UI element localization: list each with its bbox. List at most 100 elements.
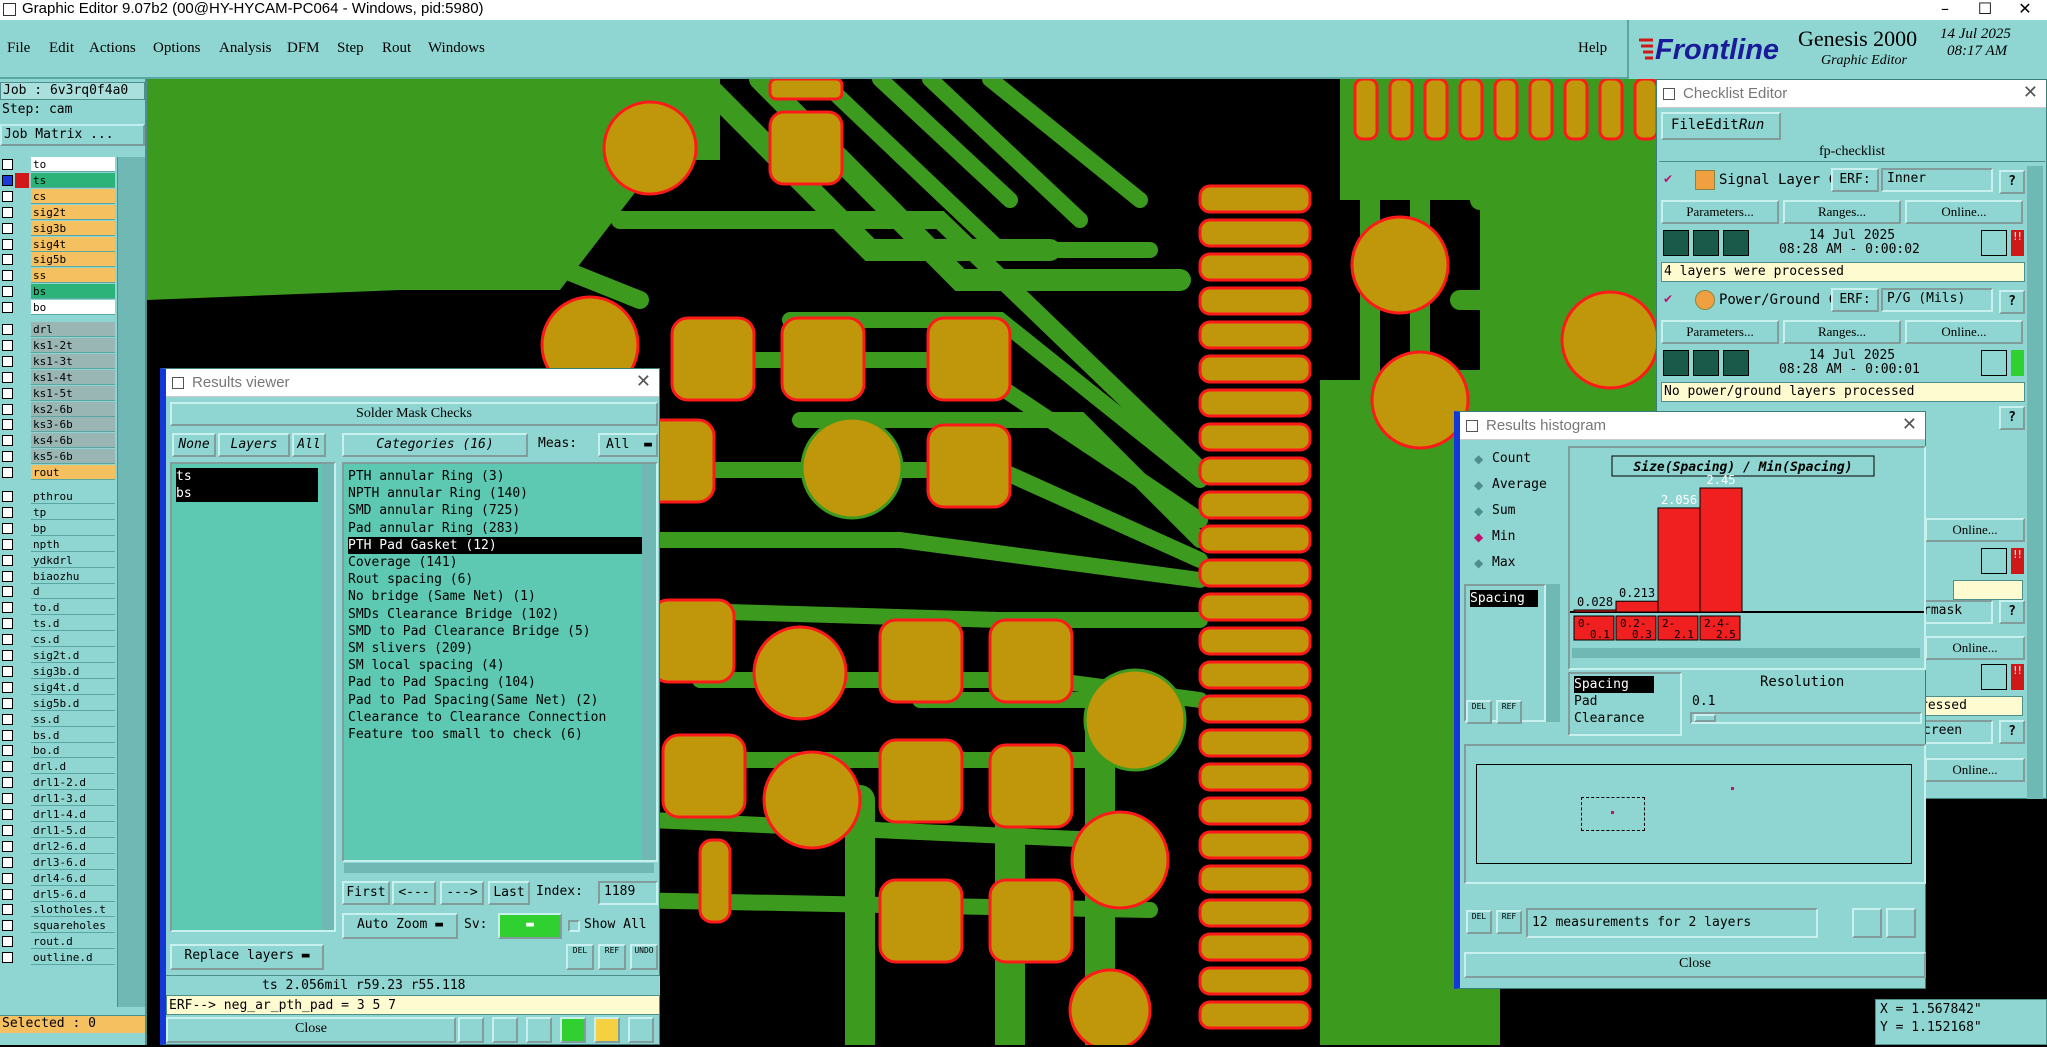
first-button[interactable]: First <box>342 881 390 905</box>
zoom-icon[interactable] <box>1981 230 2007 256</box>
radio-icon[interactable]: ◆ <box>1474 556 1483 570</box>
layer-row[interactable]: ks1-2t <box>0 337 115 353</box>
index-input[interactable]: 1189 <box>598 881 658 905</box>
chart-icon[interactable] <box>628 1017 654 1043</box>
histogram-bar[interactable] <box>1699 487 1743 613</box>
layer-row[interactable]: bo.d <box>0 743 115 759</box>
category-list[interactable]: PTH annular Ring (3) NPTH annular Ring (1… <box>342 462 658 862</box>
layer-row[interactable]: npth <box>0 536 115 552</box>
layer-checkbox[interactable] <box>2 387 13 399</box>
action-3-online-button[interactable]: Online... <box>1925 518 2025 542</box>
checklist-menu-edit[interactable]: Edit <box>1705 117 1739 133</box>
histogram-close-icon[interactable]: ✕ <box>1902 414 1917 435</box>
layer-checkbox[interactable] <box>2 840 13 852</box>
layer-name[interactable]: cs <box>31 188 115 204</box>
layer-name[interactable]: drl1-2.d <box>31 775 115 791</box>
stat-option-min[interactable]: ◆ Min <box>1466 526 1566 550</box>
layer-row[interactable]: sig4t <box>0 236 115 252</box>
layer-name[interactable]: drl2-6.d <box>31 838 115 854</box>
layer-name[interactable]: slotholes.t <box>31 902 115 918</box>
layer-name[interactable]: ks3-6b <box>31 417 115 433</box>
layer-display-toggle[interactable] <box>15 886 29 902</box>
menu-step[interactable]: Step <box>337 40 364 57</box>
layer-checkbox[interactable] <box>2 419 13 431</box>
layer-name[interactable]: bs <box>31 284 115 300</box>
layer-row[interactable]: ts <box>0 172 115 188</box>
run-icon[interactable] <box>1663 230 1689 256</box>
layer-checkbox[interactable] <box>2 888 13 900</box>
layer-checkbox[interactable] <box>2 371 13 383</box>
layer-name[interactable]: sig5b.d <box>31 695 115 711</box>
layer-display-toggle[interactable] <box>15 268 29 284</box>
layer-row[interactable]: bs.d <box>0 727 115 743</box>
layer-checkbox[interactable] <box>2 286 13 298</box>
layer-row[interactable]: ks5-6b <box>0 449 115 465</box>
layer-row[interactable]: pthrou <box>0 489 115 504</box>
undo-button[interactable]: UNDO <box>630 944 658 970</box>
sv-color-dropdown[interactable]: ▬ <box>498 913 562 939</box>
layer-list-scrollbar[interactable] <box>117 157 145 1007</box>
category-item[interactable]: Pad to Pad Spacing (104) <box>348 674 536 691</box>
layer-row[interactable]: sig5b <box>0 252 115 268</box>
action-check-icon[interactable]: ✔ <box>1663 172 1673 186</box>
layer-checkbox[interactable] <box>2 238 13 250</box>
action-2-erf-value[interactable]: P/G (Mils) <box>1881 288 1993 312</box>
action-4-help-button[interactable]: ? <box>1999 600 2025 624</box>
layer-row[interactable]: drl1-4.d <box>0 807 115 822</box>
layer-display-toggle[interactable] <box>15 950 29 966</box>
layer-name[interactable]: ks1-4t <box>31 369 115 385</box>
layer-checkbox[interactable] <box>2 206 13 218</box>
action-1-ranges-button[interactable]: Ranges... <box>1783 200 1901 224</box>
layer-display-toggle[interactable] <box>15 433 29 449</box>
layer-checkbox[interactable] <box>2 952 13 964</box>
layer-name[interactable]: tp <box>31 504 115 520</box>
layer-display-toggle[interactable] <box>15 870 29 886</box>
histogram-close-button[interactable]: Close <box>1464 952 1926 978</box>
layer-display-toggle[interactable] <box>15 449 29 465</box>
layer-display-toggle[interactable] <box>15 284 29 300</box>
layer-display-toggle[interactable] <box>15 679 29 695</box>
auto-zoom-dropdown[interactable]: Auto Zoom ▬ <box>342 913 458 939</box>
layers-toggle[interactable]: Layers <box>218 433 290 457</box>
layer-checkbox[interactable] <box>2 809 13 820</box>
layer-checkbox[interactable] <box>2 745 13 757</box>
layer-display-toggle[interactable] <box>15 918 29 934</box>
layer-name[interactable]: drl1-5.d <box>31 822 115 838</box>
minimize-button[interactable]: – <box>1925 0 1965 18</box>
slider-handle[interactable] <box>1694 714 1716 722</box>
meas-dropdown[interactable]: All ▬ <box>598 433 658 457</box>
category-item[interactable]: Pad annular Ring (283) <box>348 520 520 537</box>
layer-name[interactable]: bo <box>31 300 115 316</box>
layer-display-toggle[interactable] <box>15 172 29 188</box>
result-layer-item[interactable]: ts <box>176 468 318 485</box>
layer-checkbox[interactable] <box>2 538 13 550</box>
histogram-del-button[interactable]: DEL <box>1466 700 1492 724</box>
layer-name[interactable]: to.d <box>31 600 115 616</box>
layer-checkbox[interactable] <box>2 761 13 773</box>
layer-name[interactable]: rout <box>31 465 115 481</box>
last-button[interactable]: Last <box>488 881 530 905</box>
layer-checkbox[interactable] <box>2 339 13 351</box>
layer-display-toggle[interactable] <box>15 584 29 600</box>
tool-icon-4[interactable] <box>560 1017 586 1043</box>
layer-name[interactable]: ks4-6b <box>31 433 115 449</box>
layer-row[interactable]: tp <box>0 504 115 520</box>
layer-display-toggle[interactable] <box>15 568 29 584</box>
zoom-icon[interactable] <box>1981 548 2007 574</box>
histogram-bar[interactable] <box>1657 507 1701 613</box>
layer-name[interactable]: drl3-6.d <box>31 854 115 870</box>
layer-row[interactable]: ks4-6b <box>0 433 115 449</box>
layer-name[interactable]: ts.d <box>31 616 115 632</box>
layer-display-toggle[interactable] <box>15 236 29 252</box>
action-2-erf-button[interactable]: ERF: <box>1831 288 1879 312</box>
action-5-online-button[interactable]: Online... <box>1925 758 2025 782</box>
menu-options[interactable]: Options <box>153 40 201 57</box>
category-item[interactable]: SM local spacing (4) <box>348 657 505 674</box>
category-item[interactable]: Coverage (141) <box>348 554 458 571</box>
layer-display-toggle[interactable] <box>15 465 29 481</box>
prev-button[interactable]: <--- <box>392 881 436 905</box>
histogram-ref-button[interactable]: REF <box>1496 700 1522 724</box>
layer-name[interactable]: cs.d <box>31 632 115 648</box>
tool-icon-2[interactable] <box>492 1017 518 1043</box>
layer-checkbox[interactable] <box>2 650 13 661</box>
